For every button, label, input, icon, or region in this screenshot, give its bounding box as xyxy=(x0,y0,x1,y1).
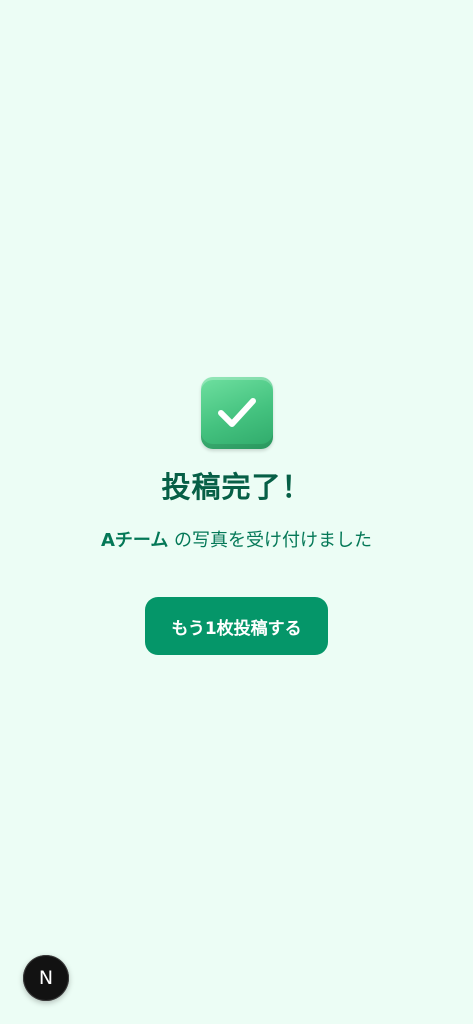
success-panel: 投稿完了！ Aチーム の写真を受け付けました もう1枚投稿する xyxy=(0,377,473,655)
team-name: Aチーム xyxy=(100,530,169,551)
upload-complete-screen: 投稿完了！ Aチーム の写真を受け付けました もう1枚投稿する N xyxy=(0,0,473,1024)
confirmation-message: Aチーム の写真を受け付けました xyxy=(101,529,372,553)
page-title: 投稿完了！ xyxy=(161,470,312,504)
next-logo-icon: N xyxy=(38,966,54,989)
confirmation-text: の写真を受け付けました xyxy=(168,530,373,551)
post-another-button[interactable]: もう1枚投稿する xyxy=(145,597,328,655)
check-mark-icon xyxy=(200,377,273,449)
next-dev-indicator-button[interactable]: N xyxy=(23,955,69,1001)
